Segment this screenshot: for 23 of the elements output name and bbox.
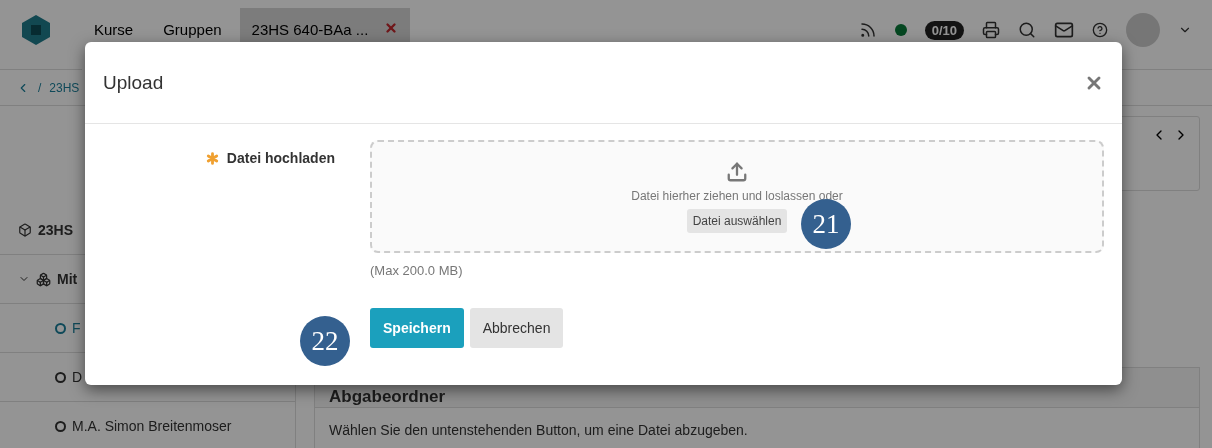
dialog-title: Upload [103, 71, 164, 94]
group-title: Mit [57, 271, 78, 287]
breadcrumb-separator: / [38, 80, 42, 95]
cube-icon [18, 223, 32, 237]
mail-icon[interactable] [1054, 20, 1074, 40]
printer-icon[interactable] [982, 21, 1000, 39]
search-icon[interactable] [1018, 21, 1036, 39]
field-label: Datei hochladen [226, 150, 335, 166]
course-title: 23HS [38, 222, 74, 238]
size-hint: (Max 200.0 MB) [370, 263, 464, 278]
choose-file-button[interactable]: Datei auswählen [686, 208, 788, 233]
logo-icon[interactable] [20, 14, 52, 46]
rss-icon[interactable] [858, 21, 877, 39]
upload-icon [726, 160, 748, 183]
circle-icon [55, 322, 66, 334]
instruction-text: Wählen Sie den untenstehenden Button, um eine Datei abzugeben. [328, 421, 749, 440]
circle-icon [55, 420, 66, 432]
counter-badge[interactable]: 0/10 [924, 20, 964, 40]
cubes-icon [36, 271, 51, 287]
cancel-button[interactable]: Abbrechen [469, 308, 564, 348]
close-icon[interactable] [384, 21, 399, 35]
help-icon[interactable] [1092, 22, 1108, 38]
circle-icon [55, 371, 66, 383]
